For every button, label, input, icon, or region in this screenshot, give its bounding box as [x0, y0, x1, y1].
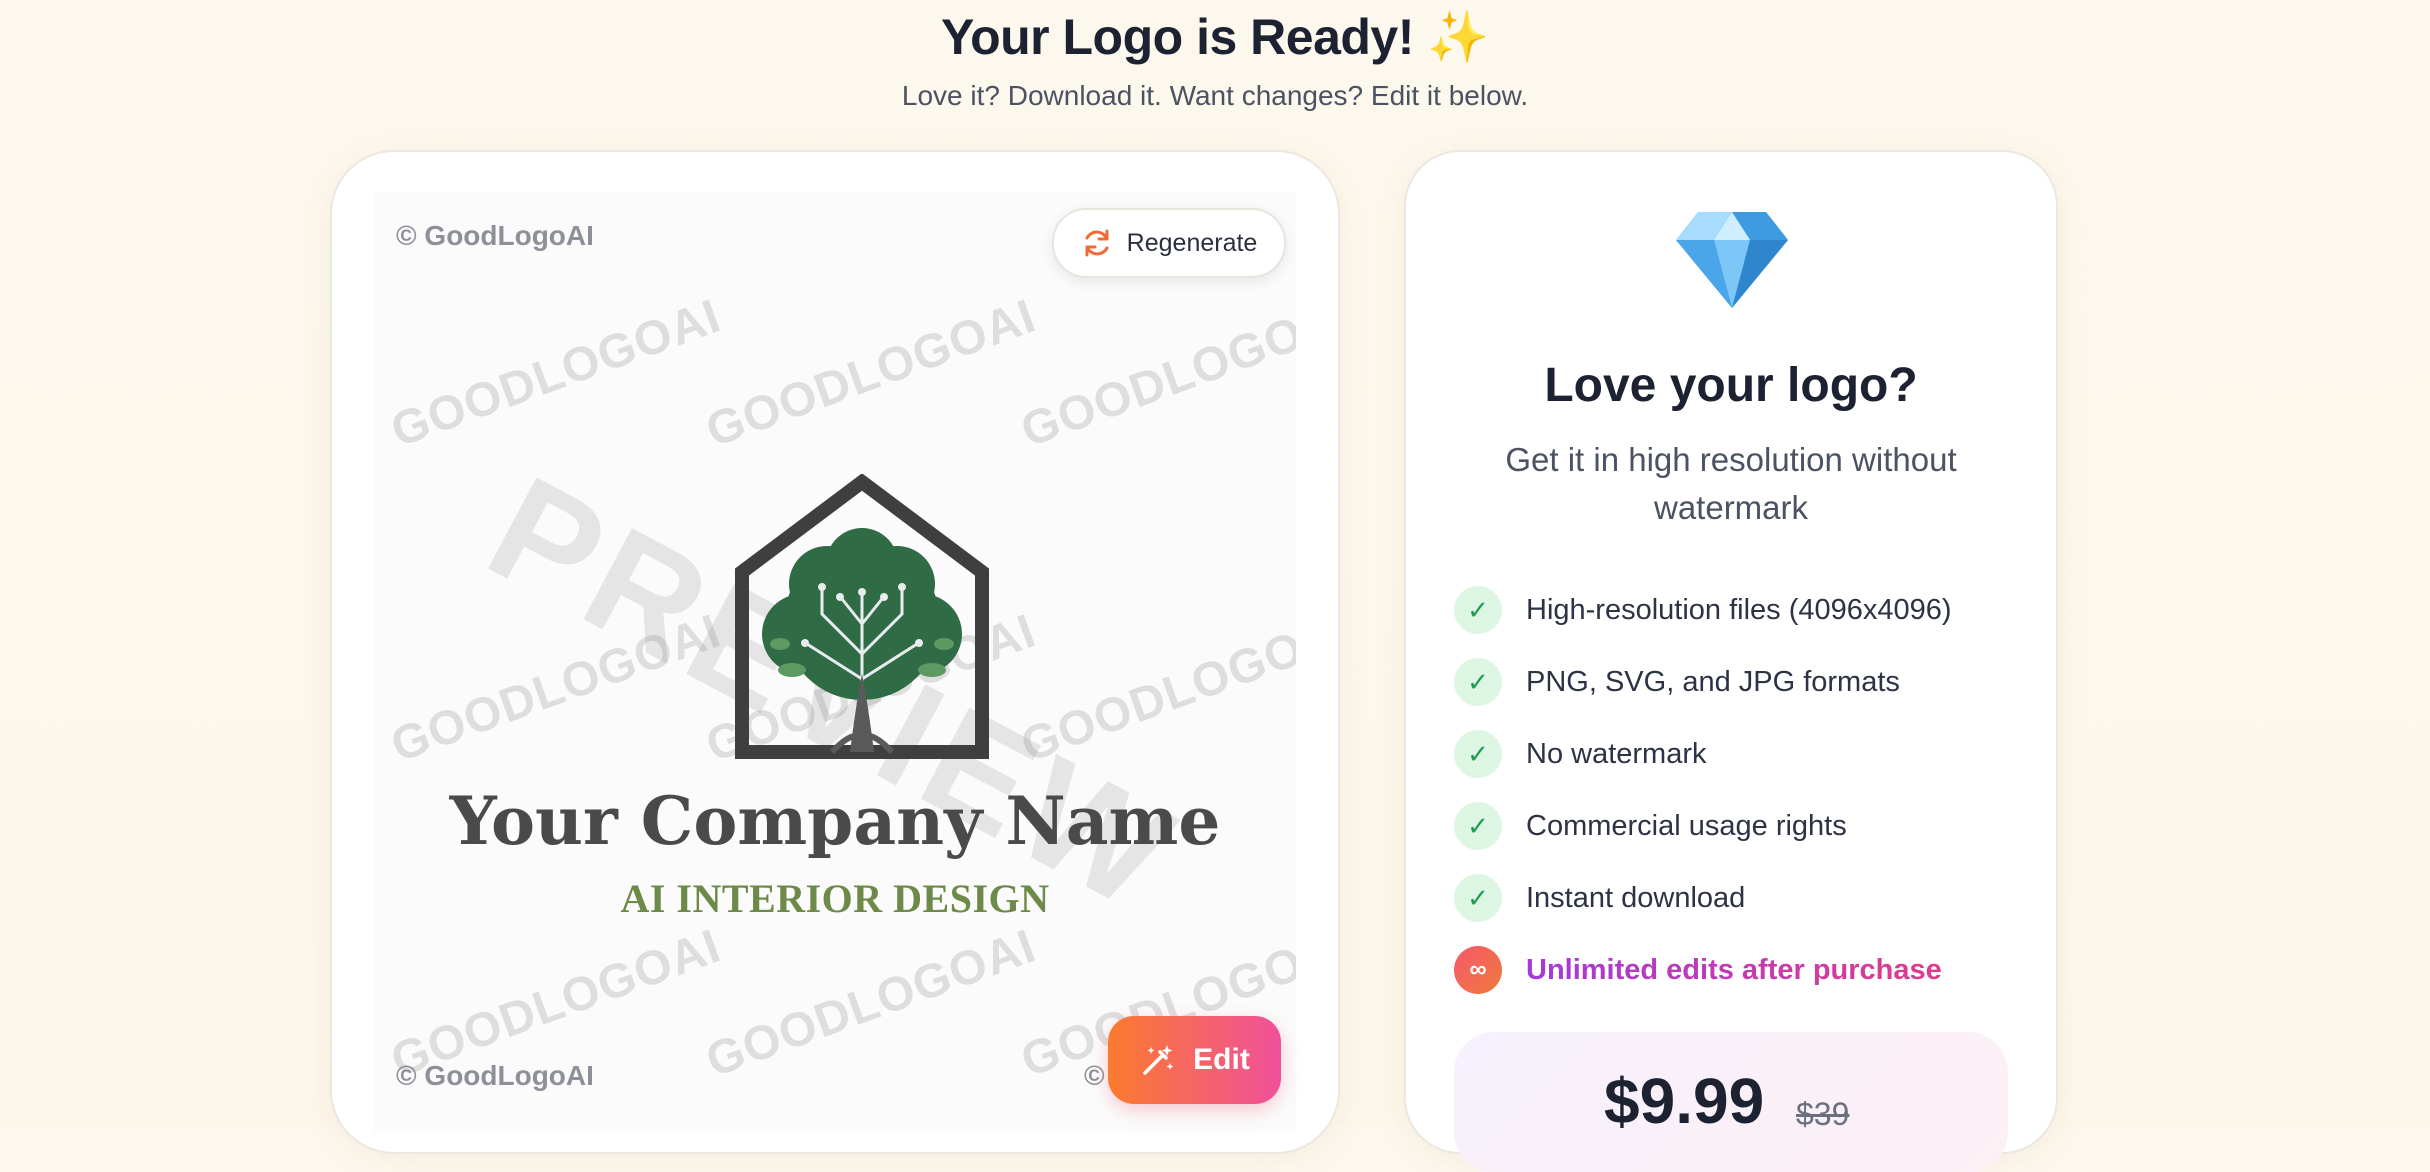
watermark-text: GOODLOGOAI: [699, 919, 1043, 1088]
company-tagline-text: AI INTERIOR DESIGN: [620, 876, 1050, 921]
feature-item: ✓ High-resolution files (4096x4096): [1454, 574, 1952, 646]
check-icon: ✓: [1454, 586, 1502, 634]
feature-item: ✓ Instant download: [1454, 862, 1952, 934]
logo-preview-image: © GoodLogoAI © GoodLogoAI © G GOODLOGOAI…: [374, 192, 1296, 1132]
diamond-icon: [1676, 212, 1788, 308]
feature-item: ✓ Commercial usage rights: [1454, 790, 1952, 862]
watermark-text: GOODLOGOAI: [384, 289, 728, 458]
purchase-card: Love your logo? Get it in high resolutio…: [1404, 150, 2058, 1172]
feature-item: ✓ No watermark: [1454, 718, 1952, 790]
edit-label: Edit: [1193, 1043, 1250, 1076]
watermark-text: GOODLOGOAI: [699, 289, 1043, 458]
page-title-text: Your Logo is Ready!: [940, 9, 1414, 65]
company-name-text: Your Company Name: [449, 782, 1221, 860]
feature-item: ✓ PNG, SVG, and JPG formats: [1454, 646, 1952, 718]
feature-label: Instant download: [1526, 881, 1746, 914]
page-title: Your Logo is Ready! ✨: [0, 8, 2430, 67]
regenerate-label: Regenerate: [1126, 228, 1258, 257]
page-subtitle: Love it? Download it. Want changes? Edit…: [901, 80, 1529, 111]
infinity-icon: ∞: [1454, 946, 1502, 994]
sparkle-icon: ✨: [1427, 9, 1490, 65]
check-icon: ✓: [1454, 658, 1502, 706]
copyright-watermark: © GoodLogoAI: [396, 220, 594, 251]
house-tree-logo-icon: [735, 474, 989, 759]
price-current: $9.99: [1604, 1065, 1765, 1137]
offer-title: Love your logo?: [1544, 359, 1918, 412]
feature-label: High-resolution files (4096x4096): [1526, 593, 1952, 626]
regenerate-button[interactable]: Regenerate: [1052, 208, 1286, 278]
price-original: $39: [1796, 1096, 1850, 1132]
check-icon: ✓: [1454, 730, 1502, 778]
magic-wand-icon: [1143, 1045, 1174, 1075]
feature-label: No watermark: [1526, 737, 1707, 770]
check-icon: ✓: [1454, 874, 1502, 922]
logo-preview-card: © GoodLogoAI © GoodLogoAI © G GOODLOGOAI…: [330, 150, 1340, 1154]
offer-subtitle: Get it in high resolution without waterm…: [1505, 441, 1957, 526]
feature-label: PNG, SVG, and JPG formats: [1526, 665, 1900, 698]
feature-item-unlimited-edits: ∞ Unlimited edits after purchase: [1454, 934, 1952, 1006]
feature-list: ✓ High-resolution files (4096x4096) ✓ PNG,…: [1454, 574, 1952, 1006]
watermark-text: GOODLOGOAI: [1014, 289, 1296, 458]
feature-label: Commercial usage rights: [1526, 809, 1847, 842]
feature-label: Unlimited edits after purchase: [1526, 953, 1942, 986]
check-icon: ✓: [1454, 802, 1502, 850]
refresh-icon: [1085, 229, 1109, 257]
price-box: $9.99 $39: [1454, 1032, 2008, 1172]
edit-button[interactable]: Edit: [1108, 1016, 1281, 1104]
